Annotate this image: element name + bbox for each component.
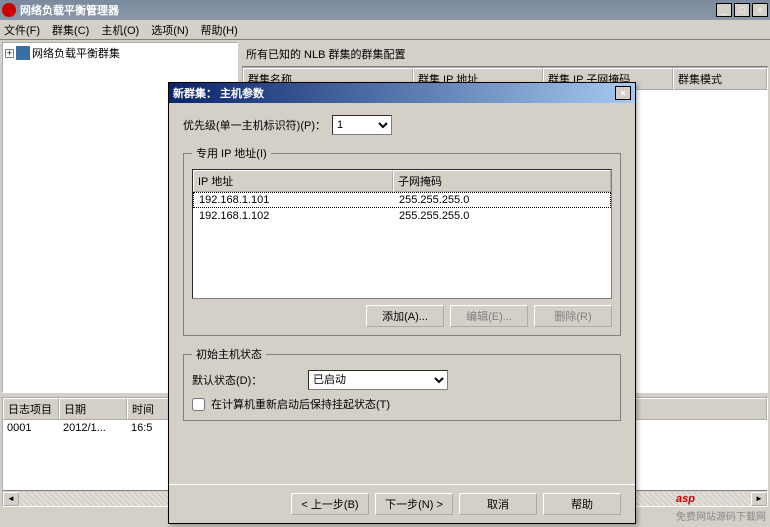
ip-list[interactable]: IP 地址 子网掩码 192.168.1.101 255.255.255.0 1… (192, 169, 612, 299)
add-button[interactable]: 添加(A)... (366, 305, 444, 327)
wm-dot: .com (708, 491, 736, 505)
priority-label: 优先级(单一主机标识符)(P)： (183, 117, 326, 133)
menu-file[interactable]: 文件(F) (4, 22, 40, 38)
scroll-left-icon[interactable]: ◄ (3, 492, 19, 506)
dialog-titlebar: 新群集： 主机参数 × (169, 83, 635, 103)
col-log-date[interactable]: 日期 (59, 398, 127, 420)
wm-a: asp (676, 493, 695, 505)
dialog-close-button[interactable]: × (615, 86, 631, 100)
wm-sub: 免费网站源码下载网 (676, 508, 766, 523)
prev-button[interactable]: < 上一步(B) (291, 493, 369, 515)
menubar: 文件(F) 群集(C) 主机(O) 选项(N) 帮助(H) (0, 20, 770, 40)
main-titlebar: 网络负载平衡管理器 _ □ × (0, 0, 770, 20)
ip-cell: 192.168.1.102 (193, 209, 393, 223)
keep-suspended-label: 在计算机重新启动后保持挂起状态(T) (211, 396, 390, 412)
tree-root[interactable]: + 网络负载平衡群集 (5, 45, 235, 61)
menu-options[interactable]: 选项(N) (151, 22, 188, 38)
ip-group-label: 专用 IP 地址(I) (192, 145, 271, 161)
state-group: 初始主机状态 默认状态(D)： 已启动 在计算机重新启动后保持挂起状态(T) (183, 346, 621, 421)
keep-suspended-input[interactable] (192, 398, 205, 411)
ip-row[interactable]: 192.168.1.102 255.255.255.0 (193, 208, 611, 224)
help-button[interactable]: 帮助 (543, 493, 621, 515)
app-title: 网络负载平衡管理器 (20, 2, 716, 18)
next-button[interactable]: 下一步(N) > (375, 493, 453, 515)
ip-row[interactable]: 192.168.1.101 255.255.255.0 (193, 192, 611, 208)
wm-b: ku (695, 493, 708, 505)
right-header: 所有已知的 NLB 群集的群集配置 (242, 42, 768, 67)
dialog-title: 新群集： 主机参数 (173, 85, 615, 101)
menu-cluster[interactable]: 群集(C) (52, 22, 89, 38)
cluster-icon (16, 46, 30, 60)
col-cluster-mode[interactable]: 群集模式 (673, 68, 767, 90)
dialog-nav: < 上一步(B) 下一步(N) > 取消 帮助 (169, 484, 635, 523)
state-group-label: 初始主机状态 (192, 346, 266, 362)
ip-group: 专用 IP 地址(I) IP 地址 子网掩码 192.168.1.101 255… (183, 145, 621, 336)
menu-help[interactable]: 帮助(H) (201, 22, 238, 38)
col-mask[interactable]: 子网掩码 (393, 170, 611, 192)
col-log-item[interactable]: 日志项目 (3, 398, 59, 420)
expand-icon[interactable]: + (5, 49, 14, 58)
tree-root-label: 网络负载平衡群集 (32, 45, 120, 61)
menu-host[interactable]: 主机(O) (101, 22, 139, 38)
minimize-button[interactable]: _ (716, 3, 732, 17)
delete-button[interactable]: 删除(R) (534, 305, 612, 327)
log-item-val: 0001 (3, 422, 59, 434)
watermark: aspku.com 免费网站源码下载网 (676, 482, 766, 523)
new-cluster-dialog: 新群集： 主机参数 × 优先级(单一主机标识符)(P)： 1 专用 IP 地址(… (168, 82, 636, 524)
col-ip[interactable]: IP 地址 (193, 170, 393, 192)
state-select[interactable]: 已启动 (308, 370, 448, 390)
close-button[interactable]: × (752, 3, 768, 17)
cancel-button[interactable]: 取消 (459, 493, 537, 515)
priority-select[interactable]: 1 (332, 115, 392, 135)
ip-cell: 192.168.1.101 (193, 193, 393, 207)
keep-suspended-checkbox[interactable]: 在计算机重新启动后保持挂起状态(T) (192, 396, 612, 412)
edit-button[interactable]: 编辑(E)... (450, 305, 528, 327)
mask-cell: 255.255.255.0 (393, 193, 475, 207)
mask-cell: 255.255.255.0 (393, 209, 475, 223)
log-time-val: 16:5 (127, 422, 156, 434)
state-label: 默认状态(D)： (192, 372, 302, 388)
log-date-val: 2012/1... (59, 422, 127, 434)
app-icon (2, 3, 16, 17)
maximize-button[interactable]: □ (734, 3, 750, 17)
